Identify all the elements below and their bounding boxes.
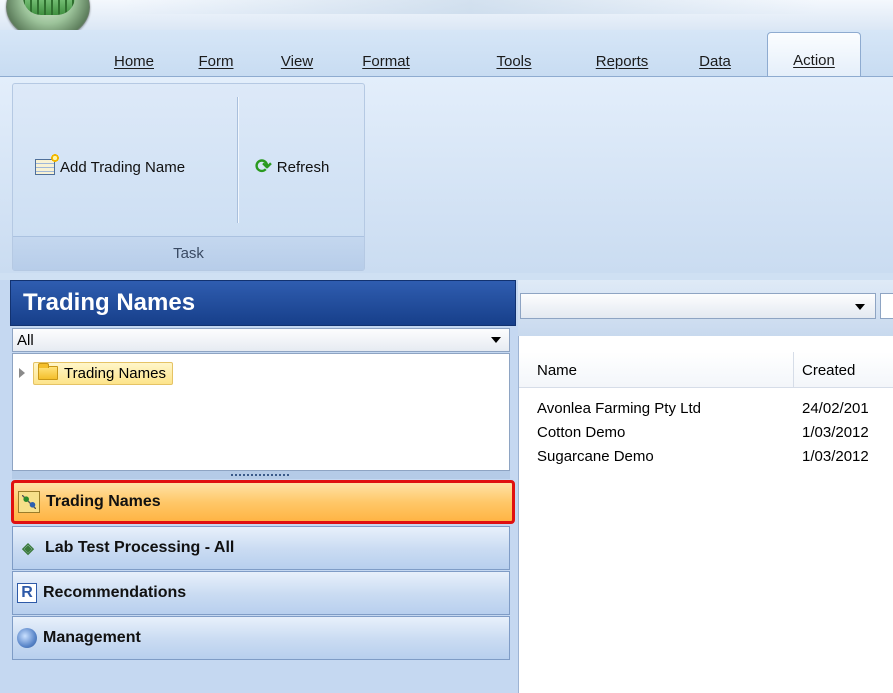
view-selector-dropdown[interactable] bbox=[520, 293, 876, 319]
tab-home[interactable]: Home bbox=[103, 46, 165, 76]
cell-name: Cotton Demo bbox=[537, 424, 626, 441]
nav-button-label: Lab Test Processing - All bbox=[45, 539, 235, 556]
trading-names-grid: Name Created Avonlea Farming Pty Ltd 24/… bbox=[518, 336, 893, 693]
add-trading-name-label: Add Trading Name bbox=[60, 158, 186, 176]
management-icon bbox=[17, 628, 37, 648]
tab-form[interactable]: Form bbox=[186, 46, 246, 76]
nav-button-management[interactable]: Management bbox=[12, 616, 510, 660]
application-logo-icon bbox=[23, 0, 75, 15]
chevron-down-icon[interactable] bbox=[855, 304, 865, 310]
task-group-label: Task bbox=[13, 236, 364, 270]
nav-button-label: Management bbox=[43, 629, 141, 646]
navigation-pane: Trading Names All Trading Names Trading … bbox=[0, 280, 518, 693]
nav-button-label: Trading Names bbox=[46, 493, 161, 510]
ribbon-tabs: Home Form View Format Tools Reports Data… bbox=[0, 30, 893, 78]
pane-splitter[interactable] bbox=[12, 471, 510, 479]
navigation-pane-title: Trading Names bbox=[10, 280, 516, 326]
cell-created: 1/03/2012 bbox=[802, 448, 869, 465]
folder-filter-value: All bbox=[17, 331, 34, 349]
nav-button-label: Recommendations bbox=[43, 584, 187, 601]
cell-name: Avonlea Farming Pty Ltd bbox=[537, 400, 701, 417]
refresh-label: Refresh bbox=[276, 158, 330, 176]
tab-view[interactable]: View bbox=[268, 46, 326, 76]
cell-name: Sugarcane Demo bbox=[537, 448, 654, 465]
splitter-grip-icon bbox=[231, 474, 291, 476]
lab-test-icon: ◈ bbox=[22, 540, 34, 557]
column-header-created[interactable]: Created bbox=[793, 352, 855, 388]
ribbon: Add Trading Name ⟳ Refresh Task bbox=[0, 76, 893, 273]
trading-names-icon bbox=[18, 491, 40, 513]
table-row[interactable]: Cotton Demo 1/03/2012 bbox=[519, 422, 893, 444]
nav-button-trading-names[interactable]: Trading Names bbox=[11, 480, 515, 524]
tab-data[interactable]: Data bbox=[690, 46, 740, 76]
tab-format[interactable]: Format bbox=[346, 46, 426, 76]
add-record-icon bbox=[35, 153, 60, 175]
search-field[interactable] bbox=[880, 293, 893, 319]
grid-header: Name Created bbox=[519, 352, 893, 388]
nav-button-recommendations[interactable]: R Recommendations bbox=[12, 571, 510, 615]
table-row[interactable]: Avonlea Farming Pty Ltd 24/02/201 bbox=[519, 398, 893, 420]
tree-node-label: Trading Names bbox=[64, 364, 166, 382]
cell-created: 1/03/2012 bbox=[802, 424, 869, 441]
folder-filter-dropdown[interactable]: All bbox=[12, 328, 510, 352]
refresh-icon: ⟳ bbox=[255, 156, 272, 178]
folder-icon bbox=[38, 363, 58, 380]
add-trading-name-button[interactable]: Add Trading Name bbox=[35, 153, 186, 180]
recommendations-icon: R bbox=[17, 583, 37, 603]
nav-button-lab-test-processing[interactable]: ◈ Lab Test Processing - All bbox=[12, 526, 510, 570]
content-toolbar bbox=[518, 280, 893, 336]
tab-action[interactable]: Action bbox=[767, 32, 861, 78]
cell-created: 24/02/201 bbox=[802, 400, 869, 417]
table-row[interactable]: Sugarcane Demo 1/03/2012 bbox=[519, 446, 893, 468]
task-group: Add Trading Name ⟳ Refresh Task bbox=[12, 83, 365, 271]
expand-arrow-icon[interactable] bbox=[19, 368, 25, 378]
folder-tree: Trading Names bbox=[12, 353, 510, 471]
ribbon-separator bbox=[237, 97, 238, 223]
column-header-name[interactable]: Name bbox=[537, 352, 577, 388]
tree-node-label-box[interactable]: Trading Names bbox=[33, 361, 173, 385]
title-bar bbox=[0, 0, 893, 30]
tab-reports[interactable]: Reports bbox=[580, 46, 664, 76]
chevron-down-icon[interactable] bbox=[491, 337, 501, 343]
tab-tools[interactable]: Tools bbox=[484, 46, 544, 76]
tree-node-trading-names[interactable]: Trading Names bbox=[19, 360, 173, 386]
refresh-button[interactable]: ⟳ Refresh bbox=[255, 154, 329, 180]
content-pane: Name Created Avonlea Farming Pty Ltd 24/… bbox=[518, 280, 893, 693]
title-bar-glow bbox=[120, 0, 820, 14]
